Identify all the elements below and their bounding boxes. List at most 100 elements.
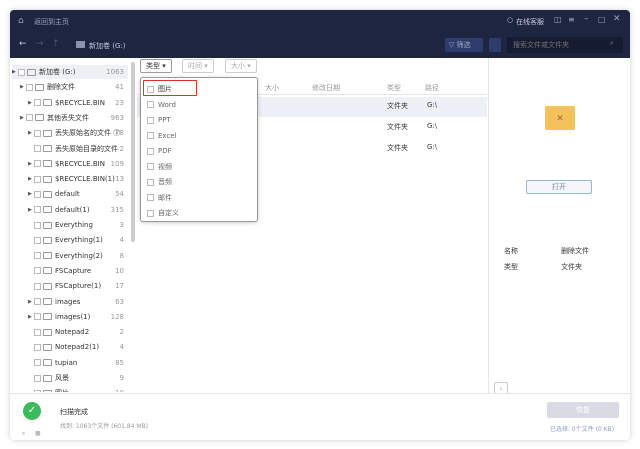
col-path[interactable]: 路径 xyxy=(425,83,439,93)
maximize-button[interactable]: □ xyxy=(598,15,606,24)
checkbox[interactable] xyxy=(26,84,33,91)
checkbox[interactable] xyxy=(34,222,41,229)
checkbox[interactable] xyxy=(34,375,41,382)
tree-item[interactable]: Everything(2)8 xyxy=(12,249,128,263)
home-icon[interactable]: ⌂ xyxy=(18,16,24,26)
checkbox[interactable] xyxy=(34,298,41,305)
size-filter-button[interactable]: 大小 ▾ xyxy=(225,59,257,73)
col-type[interactable]: 类型 xyxy=(387,83,401,93)
dropdown-option[interactable]: PDF xyxy=(147,144,172,158)
time-filter-button[interactable]: 时间 ▾ xyxy=(182,59,214,73)
checkbox[interactable] xyxy=(147,132,154,139)
tree-item[interactable]: ▶$RECYCLE.BIN109 xyxy=(12,157,128,171)
tree-item[interactable]: ▶default54 xyxy=(12,187,128,201)
dropdown-option[interactable]: Word xyxy=(147,98,176,112)
checkbox[interactable] xyxy=(147,163,154,170)
tree-item[interactable]: ▶新加卷 (G:)1063 xyxy=(12,65,128,79)
checkbox[interactable] xyxy=(34,329,41,336)
tree-item-label: 其他丢失文件 xyxy=(47,113,89,123)
tree-item[interactable]: 图片10 xyxy=(12,386,128,392)
tree-item[interactable]: ▶$RECYCLE.BIN23 xyxy=(12,96,128,110)
filter-button[interactable]: ▽ 筛选 xyxy=(445,38,483,52)
checkbox[interactable] xyxy=(34,160,41,167)
checkbox[interactable] xyxy=(34,313,41,320)
up-arrow-icon[interactable]: ↑ xyxy=(52,39,60,49)
search-icon[interactable]: ⌕ xyxy=(610,39,614,48)
checkbox[interactable] xyxy=(34,344,41,351)
feedback-icon[interactable]: ◫ xyxy=(554,15,562,24)
scan-summary: 找到: 1063个文件 (601.84 MB) xyxy=(60,421,148,430)
checkbox[interactable] xyxy=(34,237,41,244)
checkbox[interactable] xyxy=(34,206,41,213)
status-bar: ✓ 扫描完成 找到: 1063个文件 (601.84 MB) ⏸ ■ 恢复 已选… xyxy=(10,393,630,440)
view-toggle-button[interactable] xyxy=(489,38,501,52)
menu-icon[interactable]: ≡ xyxy=(568,15,575,24)
open-button[interactable]: 打开 xyxy=(526,180,592,194)
tree-item[interactable]: ▶default(1)315 xyxy=(12,203,128,217)
tree-item[interactable]: 丢失原始目录的文件2 xyxy=(12,142,128,156)
checkbox[interactable] xyxy=(147,179,154,186)
deleted-folder-icon: ✕ xyxy=(545,106,575,130)
tree-item[interactable]: ▶丢失原始名的文件 ⓘ78 xyxy=(12,126,128,140)
dropdown-option[interactable]: 邮件 xyxy=(147,191,172,205)
forward-arrow-icon[interactable]: → xyxy=(36,39,44,49)
checkbox[interactable] xyxy=(34,176,41,183)
checkbox[interactable] xyxy=(26,114,33,121)
tree-scrollbar[interactable] xyxy=(131,62,135,242)
tree-item[interactable]: ▶images63 xyxy=(12,295,128,309)
dropdown-option[interactable]: 自定义 xyxy=(147,206,179,220)
checkbox[interactable] xyxy=(34,390,41,392)
checkbox[interactable] xyxy=(34,130,41,137)
tree-item[interactable]: ▶删除文件41 xyxy=(12,80,128,94)
checkbox[interactable] xyxy=(34,145,41,152)
checkbox[interactable] xyxy=(34,359,41,366)
tree-item[interactable]: 风景9 xyxy=(12,371,128,385)
checkbox[interactable] xyxy=(147,86,154,93)
tree-item-label: 风景 xyxy=(55,373,69,383)
close-button[interactable]: ✕ xyxy=(613,14,621,24)
checkbox[interactable] xyxy=(34,252,41,259)
support-icon[interactable]: ○ xyxy=(507,16,513,24)
option-label: 视频 xyxy=(158,162,172,172)
minimize-button[interactable]: – xyxy=(584,14,589,24)
checkbox[interactable] xyxy=(147,148,154,155)
recover-button[interactable]: 恢复 xyxy=(547,402,619,418)
checkbox[interactable] xyxy=(147,194,154,201)
checkbox[interactable] xyxy=(147,117,154,124)
pause-icon[interactable]: ⏸ xyxy=(22,430,25,438)
tree-item[interactable]: ▶images(1)128 xyxy=(12,310,128,324)
tree-item[interactable]: Notepad22 xyxy=(12,325,128,339)
tree-item[interactable]: ▶$RECYCLE.BIN(1)13 xyxy=(12,172,128,186)
dropdown-option[interactable]: 图片 xyxy=(147,82,172,96)
tree-item[interactable]: ▶其他丢失文件963 xyxy=(12,111,128,125)
folder-icon xyxy=(43,298,52,305)
checkbox[interactable] xyxy=(34,191,41,198)
checkbox[interactable] xyxy=(34,99,41,106)
checkbox[interactable] xyxy=(34,283,41,290)
type-value: 文件夹 xyxy=(561,262,582,272)
dropdown-option[interactable]: 音频 xyxy=(147,175,172,189)
tree-item[interactable]: Everything(1)4 xyxy=(12,233,128,247)
dropdown-option[interactable]: Excel xyxy=(147,129,177,143)
search-input[interactable] xyxy=(507,37,623,53)
col-date[interactable]: 修改日期 xyxy=(312,83,340,93)
back-arrow-icon[interactable]: ← xyxy=(19,39,27,49)
dropdown-option[interactable]: 视频 xyxy=(147,160,172,174)
online-support-link[interactable]: 在线客服 xyxy=(516,17,544,27)
back-home-link[interactable]: 返回到主页 xyxy=(34,17,69,27)
stop-icon[interactable]: ■ xyxy=(35,430,41,437)
tree-item[interactable]: Everything3 xyxy=(12,218,128,232)
tree-item[interactable]: FSCapture10 xyxy=(12,264,128,278)
checkbox[interactable] xyxy=(18,69,25,76)
checkbox[interactable] xyxy=(147,101,154,108)
tree-item-label: $RECYCLE.BIN xyxy=(55,160,105,168)
tree-item[interactable]: FSCapture(1)17 xyxy=(12,279,128,293)
folder-icon xyxy=(35,114,44,121)
checkbox[interactable] xyxy=(147,210,154,217)
col-size[interactable]: 大小 xyxy=(265,83,279,93)
tree-item[interactable]: tupian85 xyxy=(12,356,128,370)
dropdown-option[interactable]: PPT xyxy=(147,113,171,127)
checkbox[interactable] xyxy=(34,267,41,274)
type-filter-button[interactable]: 类型 ▾ xyxy=(140,59,172,73)
tree-item[interactable]: Notepad2(1)4 xyxy=(12,340,128,354)
